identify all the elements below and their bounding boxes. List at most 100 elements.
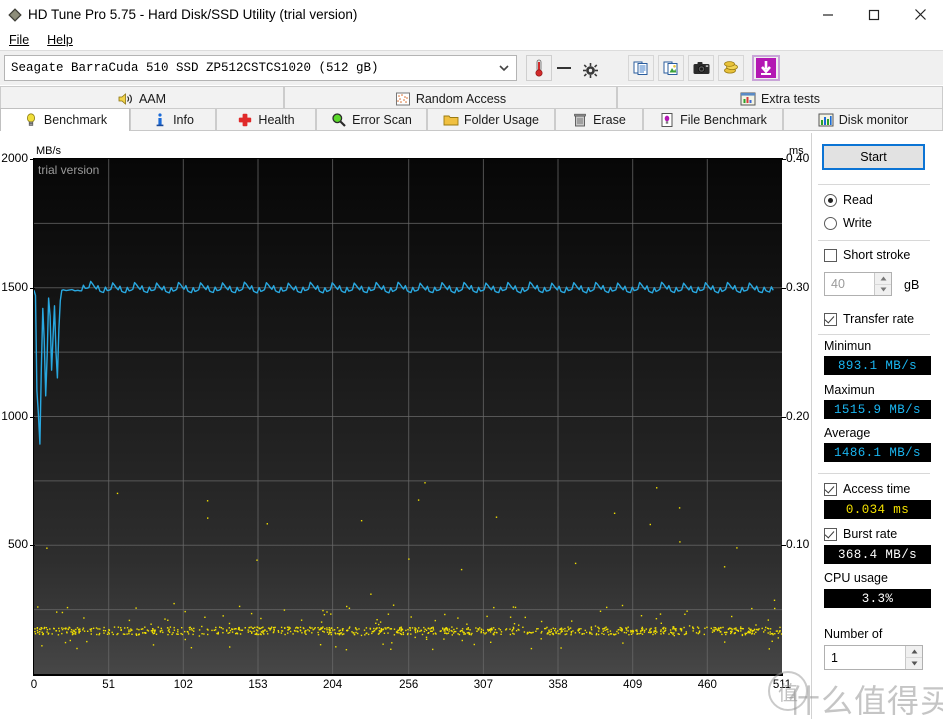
y2-tick-label: 0.30 [786,279,810,294]
y-tick-mark [30,545,35,547]
radio-read-indicator [824,193,837,207]
checkbox-burst-rate[interactable]: Burst rate [824,527,897,541]
plot-area: trial version [34,159,782,674]
y2-tick-mark [781,545,786,547]
close-button[interactable] [897,0,943,29]
gear-icon[interactable] [583,63,598,81]
x-tick-label: 102 [173,679,193,691]
menu-file-label: File [9,32,30,47]
folder-button[interactable] [718,55,744,81]
device-toolbar: Seagate BarraCuda 510 SSD ZP512CSTCS1020… [0,50,943,125]
y-tick-label: 1500 [1,279,28,294]
checkbox-access-time-indicator [824,482,837,496]
menu-bar: File Help [0,29,943,50]
trash-icon [572,112,588,128]
tab-file-benchmark[interactable]: File Benchmark [643,108,783,131]
short-stroke-increment-button[interactable] [874,273,891,284]
short-stroke-spin-buttons[interactable] [874,273,891,295]
average-label: Average [824,426,871,440]
number-of-decrement-button[interactable] [905,657,922,669]
number-of-increment-button[interactable] [905,646,922,657]
copy-text-button[interactable] [628,55,654,81]
x-tick-label: 51 [102,679,116,691]
tab-erase[interactable]: Erase [555,108,643,131]
x-tick-label: 204 [323,679,343,691]
screenshot-button[interactable] [688,55,714,81]
device-select[interactable]: Seagate BarraCuda 510 SSD ZP512CSTCS1020… [4,55,517,81]
bar-chart-icon [818,112,834,128]
x-tick-label: 307 [473,679,493,691]
magnifier-icon [331,112,347,128]
checkbox-access-time[interactable]: Access time [824,482,910,496]
tab-aam[interactable]: AAM [0,86,284,110]
controls-panel: Start Read Write Short stroke 40 gB Tran… [812,140,943,719]
title-bar: HD Tune Pro 5.75 - Hard Disk/SSD Utility… [0,0,943,29]
y2-tick-mark [781,416,786,418]
tab-health[interactable]: Health [216,108,316,131]
temperature-button[interactable] [526,55,552,81]
divider-1 [818,184,930,185]
radio-write[interactable]: Write [824,216,872,230]
short-stroke-stepper[interactable]: 40 [824,272,892,296]
extra-tests-icon [740,91,756,107]
tab-file-benchmark-label: File Benchmark [680,113,767,127]
y-tick-label: 500 [7,537,28,552]
download-button[interactable] [752,55,780,81]
tab-benchmark[interactable]: Benchmark [0,108,130,131]
start-button[interactable]: Start [822,144,925,170]
checkbox-transfer-rate[interactable]: Transfer rate [824,312,914,326]
tab-disk-monitor[interactable]: Disk monitor [783,108,943,131]
tab-extra-tests-label: Extra tests [760,91,821,106]
tab-folder-usage[interactable]: Folder Usage [427,108,555,131]
x-tick-label: 511 [772,679,792,691]
minimum-label: Minimun [824,339,872,353]
tab-erase-label: Erase [593,113,626,127]
device-select-value: Seagate BarraCuda 510 SSD ZP512CSTCS1020… [11,61,379,75]
window-controls [805,0,943,29]
tab-folder-usage-label: Folder Usage [463,113,540,127]
random-access-icon [395,91,411,107]
y2-tick-label: 0.40 [786,151,810,165]
maximize-button[interactable] [851,0,897,29]
radio-read-label: Read [843,193,873,207]
radio-read[interactable]: Read [824,193,873,207]
checkbox-short-stroke-label: Short stroke [843,248,911,262]
checkbox-access-time-label: Access time [843,482,911,496]
menu-item-file[interactable]: File [0,31,38,49]
tab-info[interactable]: Info [130,108,216,131]
checkbox-transfer-rate-indicator [824,312,837,326]
tab-random-access[interactable]: Random Access [284,86,617,110]
chevron-down-icon[interactable] [498,56,510,80]
y-tick-mark [30,287,35,289]
x-tick-label: 460 [697,679,717,691]
copy-image-button[interactable] [658,55,684,81]
coins-icon [724,61,738,74]
number-of-stepper[interactable]: 1 [824,645,923,670]
y-tick-mark [30,416,35,418]
hdtune-diamond-icon [7,7,23,23]
short-stroke-decrement-button[interactable] [874,283,891,295]
divider-2 [818,240,930,241]
x-tick-label: 0 [30,679,38,691]
tab-extra-tests[interactable]: Extra tests [617,86,943,110]
access-time-value: 0.034 ms [824,500,931,519]
download-arrow-icon [756,58,776,78]
minimize-button[interactable] [805,0,851,29]
radio-write-indicator [824,216,837,230]
divider-4 [818,473,930,474]
y2-tick-mark [781,159,786,160]
number-of-label: Number of [824,627,883,641]
tab-error-scan-label: Error Scan [352,113,412,127]
tab-error-scan[interactable]: Error Scan [316,108,427,131]
file-benchmark-icon [659,112,675,128]
checkbox-short-stroke[interactable]: Short stroke [824,248,910,262]
maximum-label: Maximun [824,383,875,397]
checkbox-transfer-rate-label: Transfer rate [843,312,915,326]
x-tick-label: 409 [623,679,643,691]
cpu-usage-value: 3.3% [824,589,931,608]
tab-disk-monitor-label: Disk monitor [838,113,909,127]
number-of-spin-buttons[interactable] [905,646,922,669]
menu-item-help[interactable]: Help [38,31,82,49]
thermometer-icon [535,59,543,77]
copy-image-icon [663,61,678,75]
